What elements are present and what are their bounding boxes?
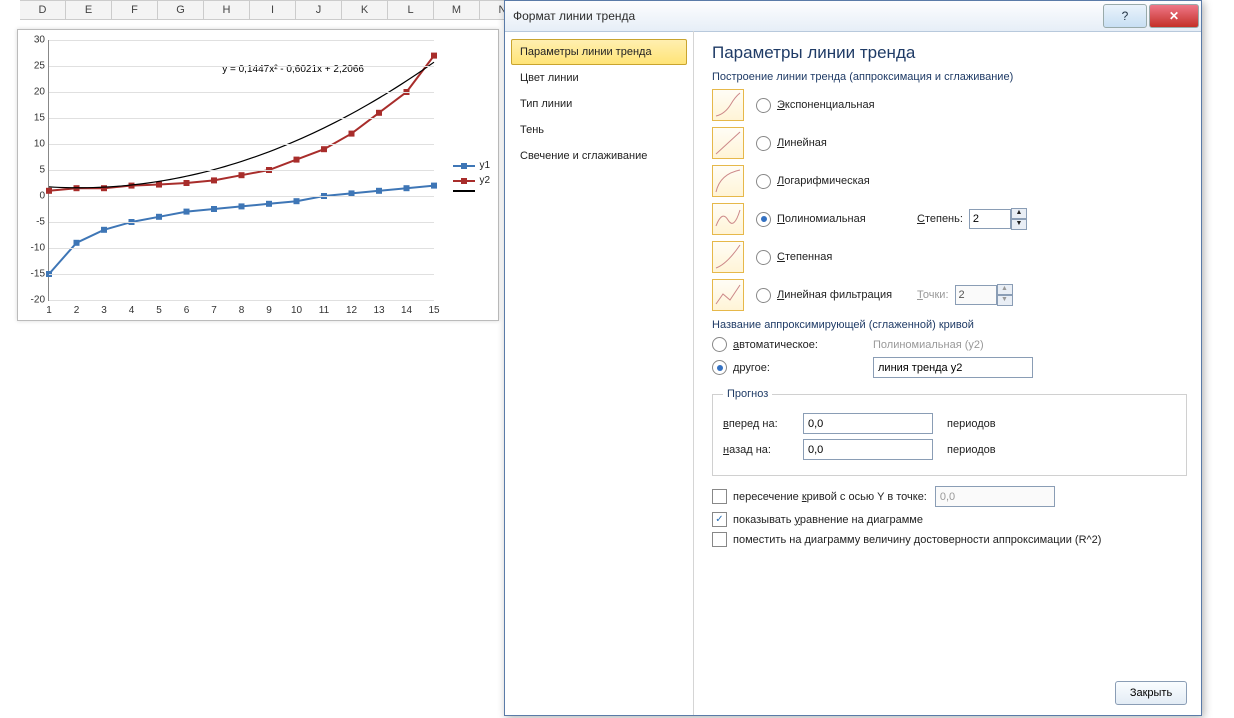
moving-average-icon [712, 279, 744, 311]
close-icon[interactable]: ✕ [1149, 4, 1199, 28]
linear-icon [712, 127, 744, 159]
degree-label: Степень: [917, 213, 963, 225]
radio-logarithmic[interactable] [756, 174, 771, 189]
intercept-input [935, 486, 1055, 507]
forecast-group: Прогноз вперед на: периодов назад на: пе… [712, 388, 1187, 476]
dialog-title: Формат линии тренда [513, 9, 1101, 23]
column-header[interactable]: M [434, 0, 480, 20]
column-header[interactable]: J [296, 0, 342, 20]
column-header[interactable]: F [112, 0, 158, 20]
column-header[interactable]: K [342, 0, 388, 20]
custom-name-input[interactable] [873, 357, 1033, 378]
polynomial-icon [712, 203, 744, 235]
radio-moving-average[interactable] [756, 288, 771, 303]
chart-object[interactable]: y = 0,1447x² - 0,6021x + 2,2066 -20-15-1… [17, 29, 499, 321]
panel-heading: Параметры линии тренда [712, 43, 1187, 63]
nav-line-style[interactable]: Тип линии [511, 91, 687, 117]
column-header[interactable]: E [66, 0, 112, 20]
degree-spinner[interactable]: ▲▼ [969, 208, 1027, 230]
exponential-icon [712, 89, 744, 121]
forward-input[interactable] [803, 413, 933, 434]
trend-type-group-label: Построение линии тренда (аппроксимация и… [712, 71, 1187, 83]
nav-trendline-options[interactable]: Параметры линии тренда [511, 39, 687, 65]
column-header[interactable]: G [158, 0, 204, 20]
chart-legend[interactable]: y1 y2 [453, 160, 490, 196]
logarithmic-icon [712, 165, 744, 197]
column-header[interactable]: L [388, 0, 434, 20]
auto-name-value: Полиномиальная (y2) [873, 339, 984, 351]
nav-glow[interactable]: Свечение и сглаживание [511, 143, 687, 169]
legend-entry-y2: y2 [479, 175, 490, 186]
nav-shadow[interactable]: Тень [511, 117, 687, 143]
nav-line-color[interactable]: Цвет линии [511, 65, 687, 91]
legend-entry-y1: y1 [479, 160, 490, 171]
power-icon [712, 241, 744, 273]
radio-exponential[interactable] [756, 98, 771, 113]
radio-linear[interactable] [756, 136, 771, 151]
name-group-label: Название аппроксимирующей (сглаженной) к… [712, 319, 1187, 331]
points-spinner: ▲▼ [955, 284, 1013, 306]
radio-name-auto[interactable] [712, 337, 727, 352]
checkbox-intercept[interactable] [712, 489, 727, 504]
dialog-nav: Параметры линии тренда Цвет линии Тип ли… [505, 31, 694, 715]
spin-up-icon[interactable]: ▲ [1011, 208, 1027, 219]
column-header[interactable]: H [204, 0, 250, 20]
column-header[interactable]: D [20, 0, 66, 20]
format-trendline-dialog: Формат линии тренда ? ✕ Параметры линии … [504, 0, 1202, 716]
radio-name-other[interactable] [712, 360, 727, 375]
spin-down-icon[interactable]: ▼ [1011, 219, 1027, 230]
close-button[interactable]: Закрыть [1115, 681, 1187, 705]
column-header[interactable]: I [250, 0, 296, 20]
radio-polynomial[interactable] [756, 212, 771, 227]
radio-power[interactable] [756, 250, 771, 265]
backward-input[interactable] [803, 439, 933, 460]
points-label: Точки: [917, 289, 949, 301]
checkbox-show-r2[interactable] [712, 532, 727, 547]
checkbox-show-equation[interactable] [712, 512, 727, 527]
plot-area: y = 0,1447x² - 0,6021x + 2,2066 -20-15-1… [48, 40, 434, 301]
dialog-titlebar[interactable]: Формат линии тренда ? ✕ [505, 1, 1201, 32]
help-button[interactable]: ? [1103, 4, 1147, 28]
